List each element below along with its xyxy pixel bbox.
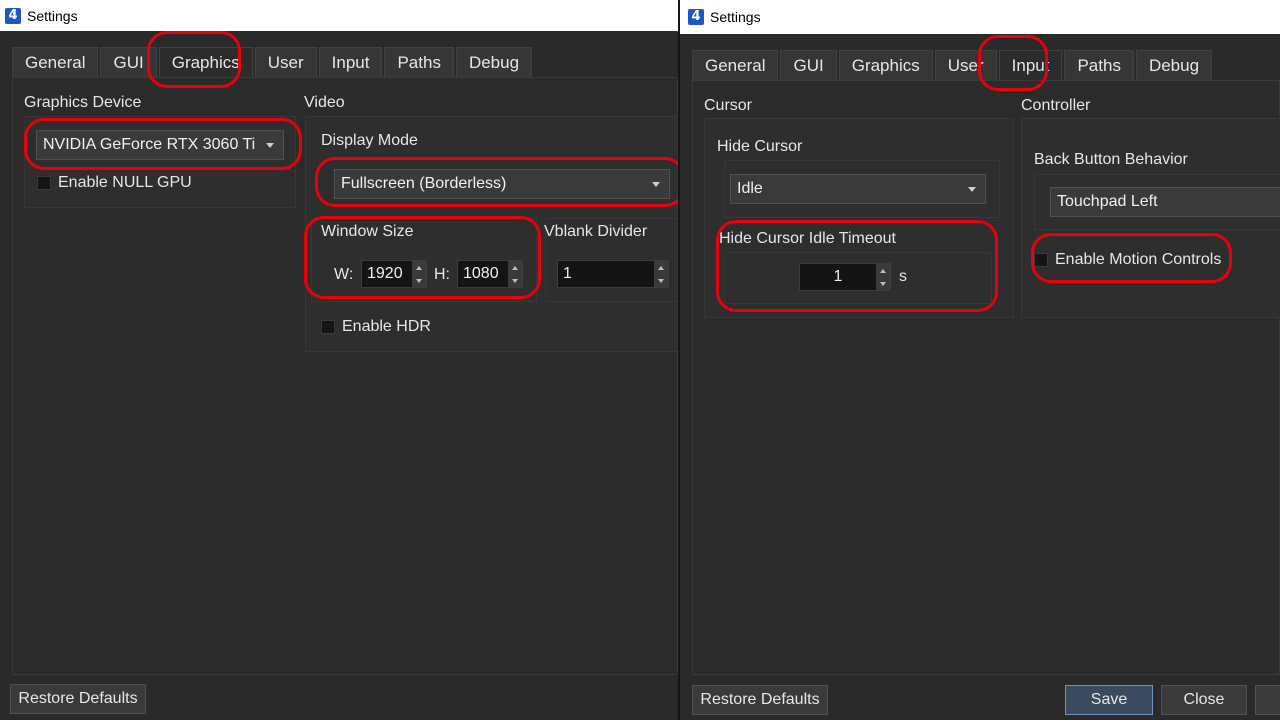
idle-timeout-spin-buttons [876,264,890,290]
settings-window-input: 4 Settings General GUI Graphics User Inp… [678,0,1280,720]
height-spinbox[interactable]: 1080 [457,260,523,288]
idle-timeout-unit: s [899,268,907,285]
width-label: W: [334,266,354,283]
back-button-value: Touchpad Left [1057,193,1158,210]
null-gpu-checkbox[interactable] [37,176,51,190]
close-button[interactable]: Close [1161,685,1247,715]
tab-paths[interactable]: Paths [384,47,454,77]
vblank-value: 1 [563,265,572,282]
back-button-select[interactable]: Touchpad Left [1050,187,1280,217]
tab-bar: General GUI Graphics User Input Paths De… [12,47,534,77]
tab-input[interactable]: Input [998,50,1063,80]
motion-controls-option[interactable]: Enable Motion Controls [1034,251,1221,269]
graphics-device-select[interactable]: NVIDIA GeForce RTX 3060 Ti [36,130,284,160]
title-bar: 4 Settings [680,0,1280,34]
chevron-down-icon [652,182,660,187]
spin-up-arrow-icon[interactable] [654,261,668,274]
graphics-device-group-title: Graphics Device [24,94,142,111]
settings-window-graphics: 4 Settings General GUI Graphics User Inp… [0,0,678,720]
idle-timeout-title: Hide Cursor Idle Timeout [719,230,896,247]
spin-down-arrow-icon[interactable] [654,274,668,287]
tab-user[interactable]: User [254,47,317,77]
hdr-checkbox[interactable] [321,320,335,334]
title-bar: 4 Settings [0,0,678,31]
restore-defaults-button[interactable]: Restore Defaults [692,685,828,715]
chevron-down-icon [266,143,274,148]
tab-gui[interactable]: GUI [780,50,837,80]
tab-user[interactable]: User [934,50,997,80]
spin-up-arrow-icon[interactable] [412,261,426,274]
motion-controls-label: Enable Motion Controls [1055,251,1222,268]
height-spin-buttons [508,261,522,287]
apply-button-partial[interactable] [1255,685,1280,715]
window-title: Settings [27,7,78,24]
tab-bar: General GUI Graphics User Input Paths De… [692,50,1214,80]
tab-gui[interactable]: GUI [100,47,157,77]
hdr-option[interactable]: Enable HDR [321,318,431,336]
motion-controls-checkbox[interactable] [1034,253,1048,267]
graphics-device-value: NVIDIA GeForce RTX 3060 Ti [43,136,256,153]
vblank-spin-buttons [654,261,668,287]
back-button-title: Back Button Behavior [1034,151,1188,168]
width-spin-buttons [412,261,426,287]
spin-down-arrow-icon[interactable] [412,274,426,287]
tab-debug[interactable]: Debug [1135,50,1213,80]
window-size-title: Window Size [321,223,414,240]
controller-group-title: Controller [1021,97,1091,114]
spin-up-arrow-icon[interactable] [876,264,890,277]
app-logo-icon: 4 [5,7,21,24]
tab-graphics[interactable]: Graphics [158,47,253,77]
hdr-label: Enable HDR [342,318,431,335]
tab-debug[interactable]: Debug [455,47,533,77]
tab-general[interactable]: General [12,47,99,77]
spin-down-arrow-icon[interactable] [876,277,890,290]
vblank-title: Vblank Divider [544,223,648,240]
height-label: H: [434,266,450,283]
display-mode-value: Fullscreen (Borderless) [341,175,507,192]
tab-graphics[interactable]: Graphics [838,50,933,80]
spin-down-arrow-icon[interactable] [508,274,522,287]
chevron-down-icon[interactable] [968,187,976,192]
hide-cursor-value: Idle [737,180,763,197]
vblank-spinbox[interactable]: 1 [557,260,669,288]
tab-general[interactable]: General [692,50,779,80]
spin-up-arrow-icon[interactable] [508,261,522,274]
tab-input[interactable]: Input [318,47,383,77]
null-gpu-option[interactable]: Enable NULL GPU [37,174,192,192]
width-spinbox[interactable]: 1920 [361,260,427,288]
video-group-title: Video [304,94,345,111]
cursor-group-title: Cursor [704,97,753,114]
window-title: Settings [710,9,761,25]
hide-cursor-title: Hide Cursor [717,138,803,155]
hide-cursor-select[interactable]: Idle [730,174,986,204]
save-button[interactable]: Save [1065,685,1153,715]
tab-paths[interactable]: Paths [1064,50,1134,80]
display-mode-title: Display Mode [321,132,418,149]
idle-timeout-spinbox[interactable]: 1 [799,263,891,291]
null-gpu-label: Enable NULL GPU [58,174,192,191]
display-mode-select[interactable]: Fullscreen (Borderless) [334,169,670,199]
app-logo-icon: 4 [688,9,704,25]
restore-defaults-button[interactable]: Restore Defaults [10,684,146,714]
